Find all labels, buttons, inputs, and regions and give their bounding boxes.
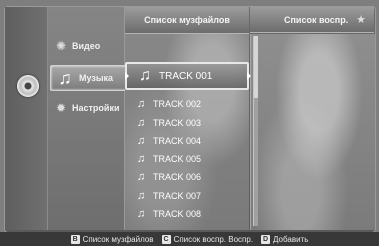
category-menu: ✺ Видео ♫ Музыка ✹ Настройки [48, 7, 168, 230]
music-note-icon: ♫ [136, 190, 146, 202]
header-title: Список воспр. [284, 14, 349, 25]
music-note-icon: ♫ [136, 208, 146, 220]
track-title: TRACK 006 [153, 172, 202, 182]
category-settings[interactable]: ✹ Настройки [54, 97, 120, 119]
track-item[interactable]: ♫ TRACK 002 [135, 96, 247, 112]
hint-playlist[interactable]: C Список воспр. Воспр. [161, 234, 254, 244]
category-label: Видео [72, 41, 101, 51]
media-player-screen: ✺ Видео ♫ Музыка ✹ Настройки Список музф… [0, 0, 379, 246]
button-hint-bar: B Список музфайлов C Список воспр. Воспр… [0, 232, 379, 246]
file-list-scrollbar[interactable] [253, 36, 258, 226]
disc-column [5, 7, 48, 230]
music-list-header: Список музфайлов [125, 7, 249, 34]
scrollbar-thumb[interactable] [254, 36, 258, 98]
hint-add[interactable]: D Добавить [261, 234, 309, 244]
selection-left-arrow-icon [125, 72, 129, 80]
track-item[interactable]: ♫ TRACK 004 [135, 133, 247, 149]
hint-label: Список музфайлов [82, 234, 154, 244]
b-key-icon: B [70, 234, 80, 244]
d-key-icon: D [261, 234, 271, 244]
star-icon: ★ [356, 14, 366, 26]
hint-music-list[interactable]: B Список музфайлов [70, 234, 154, 244]
playlist-header: Список воспр. ★ [250, 7, 374, 33]
track-title: TRACK 004 [153, 136, 202, 146]
track-item-selected[interactable]: ♫ TRACK 001 [125, 62, 249, 90]
playlist-panel [250, 34, 375, 230]
track-item[interactable]: ♫ TRACK 003 [135, 115, 247, 131]
track-title: TRACK 003 [153, 118, 202, 128]
track-item[interactable]: ♫ TRACK 006 [135, 169, 247, 185]
track-title: TRACK 008 [153, 209, 202, 219]
category-video[interactable]: ✺ Видео [54, 35, 120, 57]
category-label: Настройки [72, 103, 120, 113]
music-note-icon: ♫ [136, 135, 146, 147]
hint-label: Список воспр. Воспр. [173, 234, 254, 244]
music-note-icon: ♫ [136, 117, 146, 129]
c-key-icon: C [161, 234, 171, 244]
music-note-icon: ♫ [136, 153, 146, 165]
track-item[interactable]: ♫ TRACK 007 [135, 188, 247, 204]
disc-icon [17, 75, 39, 97]
track-item[interactable]: ♫ TRACK 005 [135, 151, 247, 167]
music-note-icon: ♫ [139, 67, 151, 84]
track-title: TRACK 007 [153, 191, 202, 201]
film-reel-icon: ✺ [55, 39, 67, 53]
track-title: TRACK 001 [159, 70, 213, 82]
hint-label: Добавить [273, 234, 309, 244]
gear-icon: ✹ [55, 101, 67, 115]
music-note-icon: ♫ [58, 68, 72, 88]
track-item[interactable]: ♫ TRACK 008 [135, 206, 247, 222]
music-note-icon: ♫ [136, 98, 146, 110]
track-title: TRACK 005 [153, 154, 202, 164]
category-label: Музыка [79, 73, 114, 83]
selection-right-arrow-icon[interactable] [247, 72, 251, 80]
music-note-icon: ♫ [136, 171, 146, 183]
track-title: TRACK 002 [153, 99, 202, 109]
header-title: Список музфайлов [144, 15, 230, 25]
